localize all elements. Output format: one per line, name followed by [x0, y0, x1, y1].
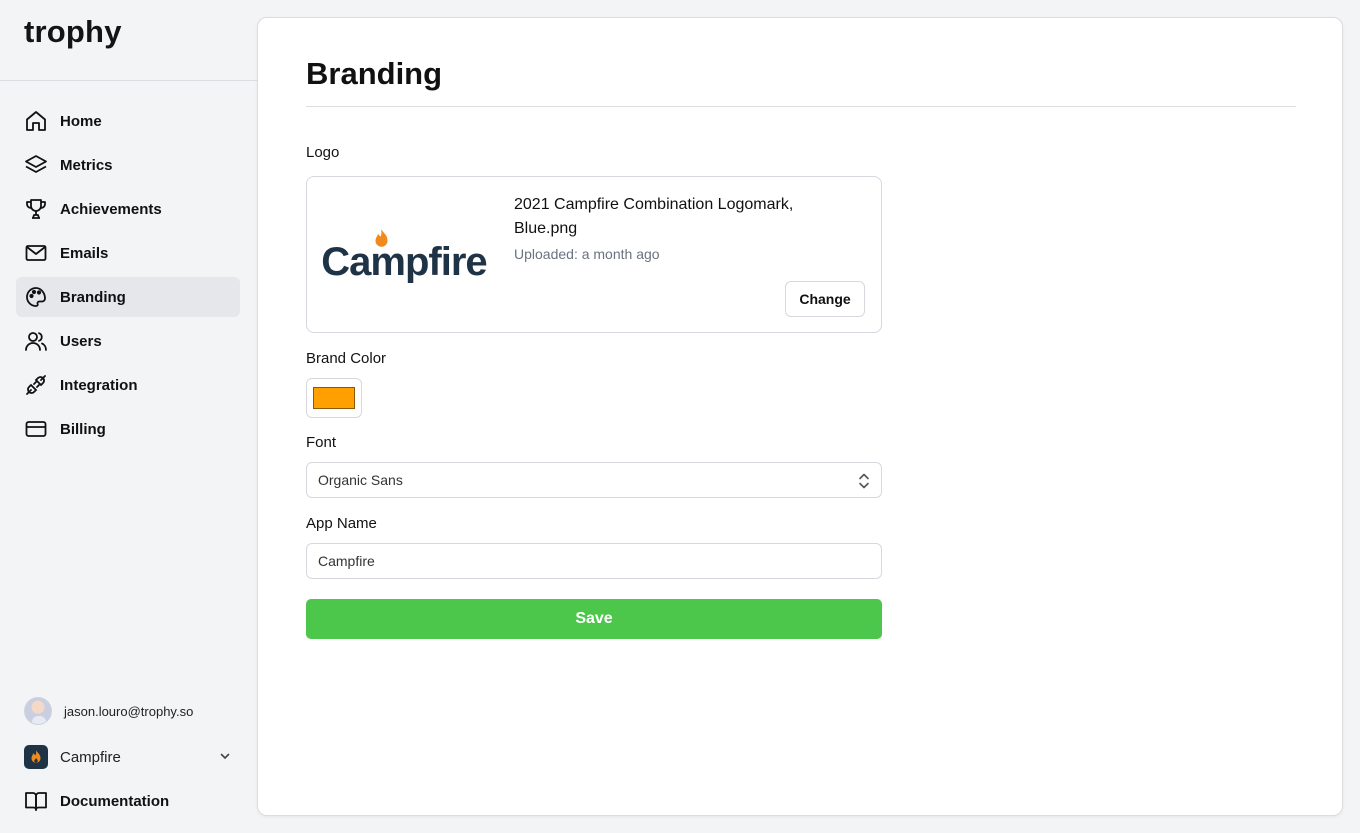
- plug-icon: [24, 373, 48, 397]
- sidebar-item-branding[interactable]: Branding: [16, 277, 240, 317]
- logo-upload-time: Uploaded: a month ago: [514, 246, 660, 262]
- save-button[interactable]: Save: [306, 599, 882, 639]
- logo-card: Campfire 2021 Campfire Combination Logom…: [306, 176, 882, 333]
- mail-icon: [24, 241, 48, 265]
- sidebar-item-billing[interactable]: Billing: [16, 409, 240, 449]
- app-name-label: App Name: [306, 515, 377, 532]
- sidebar-item-label: Emails: [60, 244, 109, 262]
- sidebar-item-emails[interactable]: Emails: [16, 233, 240, 273]
- sidebar-item-home[interactable]: Home: [16, 101, 240, 141]
- sidebar-item-users[interactable]: Users: [16, 321, 240, 361]
- home-icon: [24, 109, 48, 133]
- campfire-logo-image: Campfire: [321, 229, 487, 283]
- font-select-value: Organic Sans: [318, 472, 403, 488]
- logo-label: Logo: [306, 144, 340, 161]
- brand-color-picker[interactable]: [306, 378, 362, 418]
- brand-color-fill: [313, 387, 355, 409]
- sidebar-item-label: Integration: [60, 376, 138, 394]
- credit-card-icon: [24, 417, 48, 441]
- sidebar-item-label: Achievements: [60, 200, 162, 218]
- documentation-link[interactable]: Documentation: [24, 788, 240, 814]
- trophy-icon: [24, 197, 48, 221]
- svg-text:Campfire: Campfire: [321, 240, 486, 283]
- font-label: Font: [306, 434, 337, 451]
- sidebar-item-metrics[interactable]: Metrics: [16, 145, 240, 185]
- organization-switcher[interactable]: Campfire: [24, 744, 240, 770]
- brand-color-label: Brand Color: [306, 350, 387, 367]
- sidebar-item-achievements[interactable]: Achievements: [16, 189, 240, 229]
- organization-name: Campfire: [60, 748, 121, 766]
- book-open-icon: [24, 789, 48, 813]
- app-name-input[interactable]: [306, 543, 882, 579]
- sidebar-item-label: Billing: [60, 420, 106, 438]
- layers-icon: [24, 153, 48, 177]
- change-logo-button[interactable]: Change: [785, 281, 865, 317]
- sidebar-item-label: Users: [60, 332, 102, 350]
- flame-icon: [24, 745, 48, 769]
- sidebar: trophy Home Metrics Achievements Emails: [0, 0, 257, 833]
- divider: [306, 106, 1296, 107]
- documentation-label: Documentation: [60, 792, 170, 810]
- logo-file-name: 2021 Campfire Combination Logomark, Blue…: [514, 196, 794, 237]
- sidebar-item-label: Home: [60, 112, 102, 130]
- user-account[interactable]: jason.louro@trophy.so: [24, 697, 240, 725]
- user-email: jason.louro@trophy.so: [64, 703, 194, 719]
- page-title: Branding: [306, 56, 443, 91]
- sidebar-item-label: Branding: [60, 288, 126, 306]
- app-logo[interactable]: trophy: [24, 14, 122, 50]
- font-select[interactable]: Organic Sans: [306, 462, 882, 498]
- divider: [0, 80, 257, 81]
- sidebar-nav: Home Metrics Achievements Emails Brandin…: [16, 101, 240, 453]
- sidebar-item-label: Metrics: [60, 156, 113, 174]
- branding-panel: Branding Logo Campfire 2021 Campfire Com…: [257, 17, 1343, 816]
- palette-icon: [24, 285, 48, 309]
- users-icon: [24, 329, 48, 353]
- chevron-down-icon: [220, 753, 230, 760]
- chevron-up-down-icon: [859, 473, 869, 489]
- sidebar-item-integration[interactable]: Integration: [16, 365, 240, 405]
- avatar: [24, 697, 52, 725]
